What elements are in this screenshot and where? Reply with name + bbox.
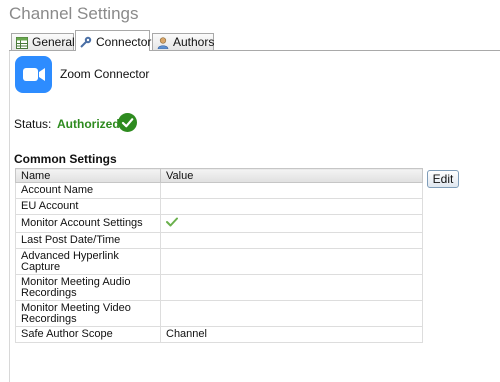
zoom-camera-icon — [15, 56, 52, 93]
row-name: EU Account — [15, 198, 161, 215]
row-value — [160, 214, 423, 233]
tab-bar: General Connector Authors — [9, 30, 500, 51]
table-row[interactable]: Monitor Meeting Video Recordings — [15, 300, 423, 327]
row-value — [160, 182, 423, 199]
section-title: Common Settings — [14, 152, 117, 166]
table-row[interactable]: Last Post Date/Time — [15, 232, 423, 249]
table-icon — [16, 37, 28, 49]
row-name: Monitor Account Settings — [15, 214, 161, 233]
row-name: Safe Author Scope — [15, 326, 161, 343]
row-value — [160, 232, 423, 249]
tab-general[interactable]: General — [11, 33, 75, 50]
row-name: Monitor Meeting Audio Recordings — [15, 274, 161, 301]
row-name: Last Post Date/Time — [15, 232, 161, 249]
plug-icon — [80, 36, 92, 48]
tab-label: Connector — [96, 35, 152, 49]
settings-table: Name Value Account Name EU Account Monit… — [15, 168, 423, 343]
table-row[interactable]: Advanced Hyperlink Capture — [15, 248, 423, 275]
status-label: Status: — [14, 117, 52, 131]
window-title: Channel Settings — [9, 4, 139, 23]
connector-name: Zoom Connector — [60, 67, 150, 81]
table-row[interactable]: Monitor Meeting Audio Recordings — [15, 274, 423, 301]
edit-button[interactable]: Edit — [427, 170, 459, 188]
row-value — [160, 248, 423, 275]
row-value — [160, 198, 423, 215]
row-value — [160, 274, 423, 301]
column-header-name[interactable]: Name — [15, 168, 161, 183]
tab-connector[interactable]: Connector — [75, 30, 152, 51]
row-value — [160, 300, 423, 327]
column-header-value[interactable]: Value — [160, 168, 423, 183]
check-circle-icon — [118, 113, 137, 132]
table-header-row: Name Value — [15, 168, 423, 183]
table-row[interactable]: Account Name — [15, 182, 423, 199]
tab-authors[interactable]: Authors — [152, 33, 214, 50]
row-value: Channel — [160, 326, 423, 343]
panel-border — [9, 51, 10, 382]
table-row[interactable]: Safe Author Scope Channel — [15, 326, 423, 343]
row-name: Monitor Meeting Video Recordings — [15, 300, 161, 327]
tab-label: Authors — [173, 35, 215, 49]
person-icon — [157, 37, 169, 49]
table-row[interactable]: EU Account — [15, 198, 423, 215]
tab-label: General — [32, 35, 75, 49]
table-row[interactable]: Monitor Account Settings — [15, 214, 423, 233]
status-value: Authorized — [57, 117, 120, 131]
row-name: Account Name — [15, 182, 161, 199]
checkmark-icon — [166, 217, 178, 227]
row-name: Advanced Hyperlink Capture — [15, 248, 161, 275]
